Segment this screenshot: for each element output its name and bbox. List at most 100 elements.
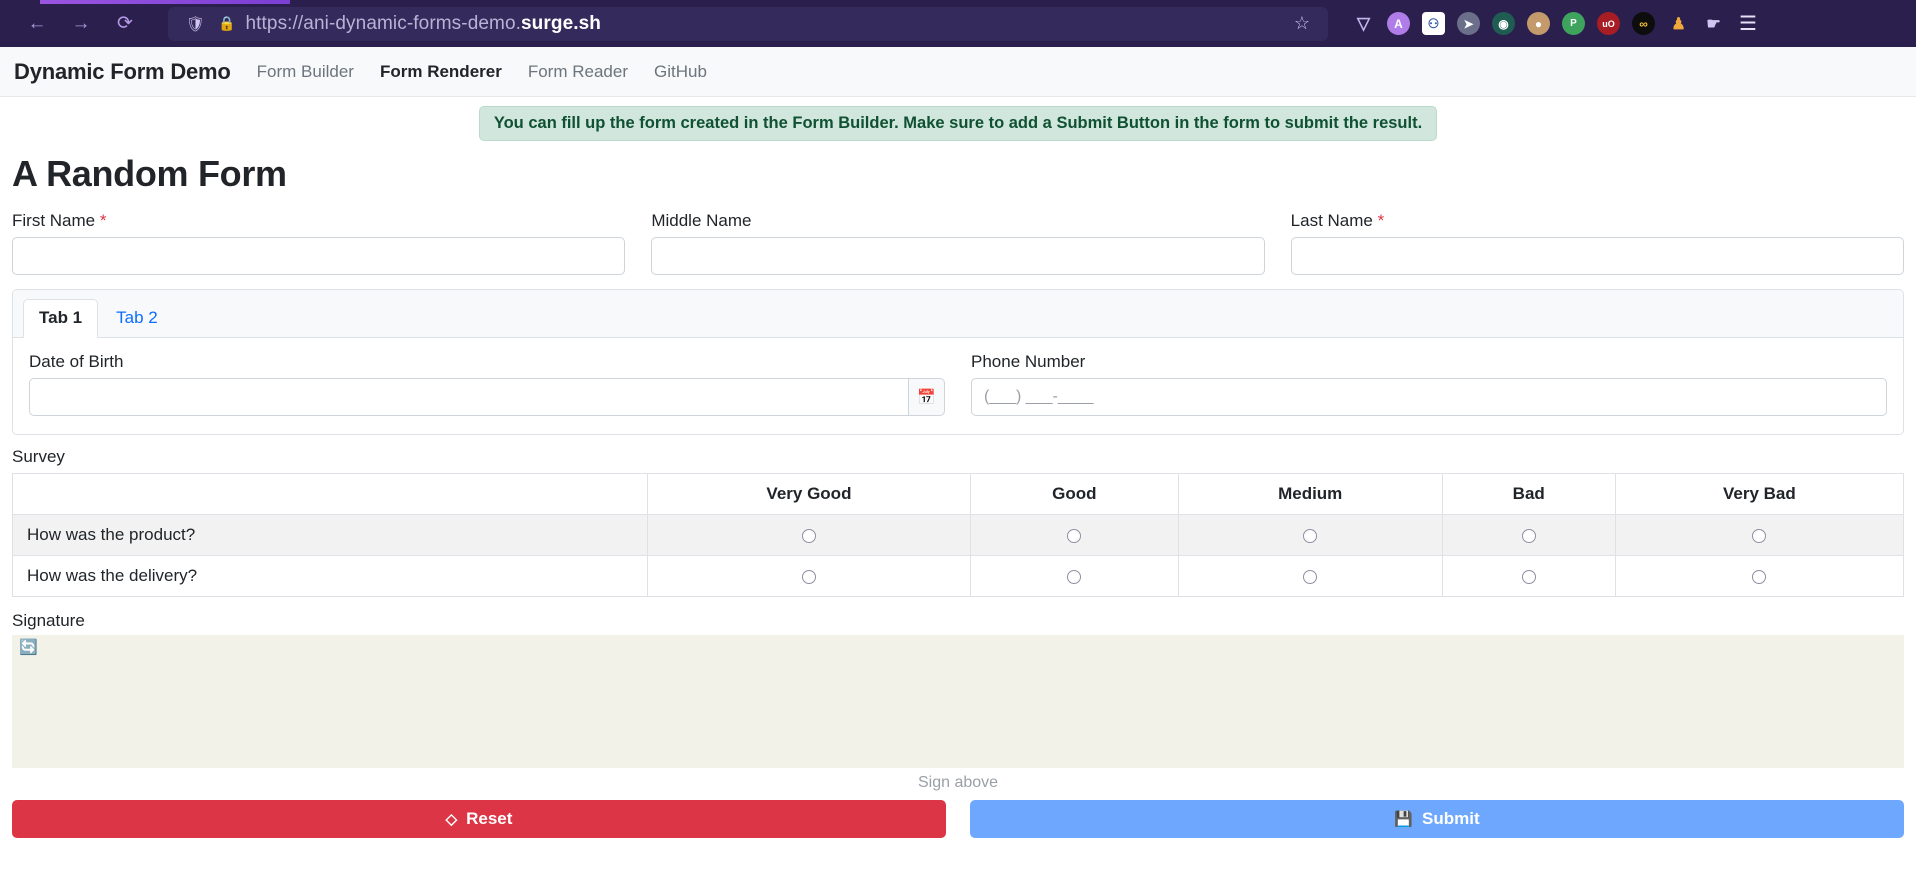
star-icon[interactable]: ☆ <box>1294 13 1318 34</box>
date-of-birth-input[interactable] <box>29 378 909 417</box>
pdf-icon[interactable]: P <box>1562 12 1585 35</box>
nav-link-github[interactable]: GitHub <box>654 62 707 82</box>
avatar-a-icon[interactable]: A <box>1387 12 1410 35</box>
middle-name-group: Middle Name <box>651 211 1265 276</box>
first-name-input[interactable] <box>12 237 626 276</box>
survey-header-row: Very Good Good Medium Bad Very Bad <box>12 473 1905 516</box>
last-name-label: Last Name * <box>1291 211 1904 231</box>
person-check-icon[interactable]: ♟ <box>1667 12 1690 35</box>
tab-strip: Tab 1 Tab 2 <box>13 290 1903 339</box>
survey-cell-delivery-very-bad[interactable] <box>1614 555 1905 598</box>
table-row: How was the product? <box>12 514 1905 557</box>
radio-product-medium[interactable] <box>1303 528 1318 543</box>
hamburger-menu-icon[interactable]: ☰ <box>1731 11 1763 36</box>
survey-cell-delivery-bad[interactable] <box>1441 555 1616 598</box>
refresh-icon[interactable]: 🔄 <box>19 639 38 656</box>
bitwarden-icon[interactable]: ⚇ <box>1422 12 1445 35</box>
survey-header-good: Good <box>969 473 1179 516</box>
survey-table: Very Good Good Medium Bad Very Bad How w… <box>12 473 1905 598</box>
survey-table-head: Very Good Good Medium Bad Very Bad <box>12 473 1905 516</box>
shield-icon[interactable]: 🛡 <box>186 15 205 33</box>
survey-cell-product-medium[interactable] <box>1177 514 1443 557</box>
save-icon: 💾 <box>1394 811 1414 829</box>
tab-panel: Date of Birth 📅 Phone Number <box>13 338 1903 434</box>
radio-product-very-bad[interactable] <box>1752 528 1767 543</box>
radio-product-good[interactable] <box>1067 528 1082 543</box>
reload-icon[interactable]: ⟳ <box>112 11 138 37</box>
name-fields-row: First Name * Middle Name Last Name * <box>12 211 1904 276</box>
survey-cell-delivery-very-good[interactable] <box>647 555 971 598</box>
phone-number-input[interactable] <box>971 378 1887 417</box>
calendar-icon[interactable]: 📅 <box>908 378 945 417</box>
reset-button-label: Reset <box>466 809 513 829</box>
cookie-icon[interactable]: ● <box>1527 12 1550 35</box>
padlock-icon[interactable]: 🔒 <box>218 15 235 32</box>
radio-delivery-medium[interactable] <box>1303 569 1318 584</box>
app-navbar: Dynamic Form Demo Form Builder Form Rend… <box>0 47 1916 97</box>
form-page: A Random Form First Name * Middle Name L… <box>0 153 1916 848</box>
survey-cell-product-very-good[interactable] <box>647 514 971 557</box>
nav-link-form-renderer[interactable]: Form Renderer <box>380 62 502 82</box>
info-alert: You can fill up the form created in the … <box>478 106 1438 142</box>
infinity-icon[interactable]: ∞ <box>1632 12 1655 35</box>
tab-1[interactable]: Tab 1 <box>23 299 99 339</box>
page-title: A Random Form <box>12 153 287 195</box>
survey-label: Survey <box>12 447 65 467</box>
required-asterisk: * <box>1377 211 1385 231</box>
back-arrow-icon[interactable]: ← <box>24 11 50 37</box>
first-name-group: First Name * <box>12 211 626 276</box>
submit-button-label: Submit <box>1422 809 1480 829</box>
survey-cell-product-bad[interactable] <box>1441 514 1616 557</box>
ublock-icon[interactable]: uO <box>1597 12 1620 35</box>
extension-icons: ▽ A ⚇ ➤ ◉ ● P uO ∞ ♟ ☛ <box>1334 12 1731 35</box>
table-row: How was the delivery? <box>12 555 1905 598</box>
survey-cell-delivery-good[interactable] <box>969 555 1179 598</box>
reset-button[interactable]: ◇ Reset <box>12 800 946 839</box>
url-bar[interactable]: 🛡 🔒 https://ani-dynamic-forms-demo.surge… <box>168 6 1328 41</box>
sign-above-hint: Sign above <box>917 774 999 792</box>
required-asterisk: * <box>99 211 107 231</box>
survey-question-product: How was the product? <box>12 514 648 557</box>
signature-area: 🔄 <box>12 635 1904 769</box>
survey-cell-product-very-bad[interactable] <box>1614 514 1905 557</box>
survey-cell-delivery-medium[interactable] <box>1177 555 1443 598</box>
submit-button[interactable]: 💾 Submit <box>970 800 1904 839</box>
signature-clear-button[interactable]: 🔄 <box>12 635 45 661</box>
survey-header-bad: Bad <box>1441 473 1616 516</box>
phone-number-group: Phone Number <box>971 352 1887 417</box>
forward-arrow-icon[interactable]: → <box>68 11 94 37</box>
survey-header-very-good: Very Good <box>647 473 971 516</box>
url-text: https://ani-dynamic-forms-demo.surge.sh <box>245 12 602 34</box>
signature-label: Signature <box>12 611 85 631</box>
eraser-icon: ◇ <box>445 811 458 829</box>
middle-name-label: Middle Name <box>651 211 752 231</box>
form-actions: ◇ Reset 💾 Submit <box>12 800 1904 848</box>
tab-2[interactable]: Tab 2 <box>100 299 174 338</box>
browser-chrome: ← → ⟳ 🛡 🔒 https://ani-dynamic-forms-demo… <box>0 0 1916 47</box>
last-name-label-text: Last Name <box>1290 211 1373 231</box>
pocket-icon[interactable]: ▽ <box>1352 12 1375 35</box>
radio-product-bad[interactable] <box>1521 528 1536 543</box>
radio-delivery-bad[interactable] <box>1521 569 1536 584</box>
radio-delivery-very-good[interactable] <box>801 569 816 584</box>
nav-link-form-reader[interactable]: Form Reader <box>528 62 628 82</box>
first-name-label-text: First Name <box>12 211 96 231</box>
survey-cell-product-good[interactable] <box>969 514 1179 557</box>
signature-pad[interactable] <box>12 635 1904 769</box>
survey-header-blank <box>12 473 648 516</box>
goggles-icon[interactable]: ◉ <box>1492 12 1515 35</box>
last-name-input[interactable] <box>1290 237 1904 276</box>
nav-link-form-builder[interactable]: Form Builder <box>257 62 354 82</box>
brand-title: Dynamic Form Demo <box>14 58 231 84</box>
radio-product-very-good[interactable] <box>801 528 816 543</box>
radio-delivery-good[interactable] <box>1067 569 1082 584</box>
cursor-icon[interactable]: ➤ <box>1457 12 1480 35</box>
tab-accent-bar <box>40 0 290 4</box>
middle-name-input[interactable] <box>651 237 1265 276</box>
date-of-birth-input-group: 📅 <box>29 378 945 417</box>
radio-delivery-very-bad[interactable] <box>1752 569 1767 584</box>
tab-fields-row: Date of Birth 📅 Phone Number <box>29 352 1887 417</box>
date-of-birth-group: Date of Birth 📅 <box>29 352 945 417</box>
survey-table-body: How was the product? How was the deliver… <box>12 514 1905 598</box>
thumbs-up-icon[interactable]: ☛ <box>1702 12 1725 35</box>
